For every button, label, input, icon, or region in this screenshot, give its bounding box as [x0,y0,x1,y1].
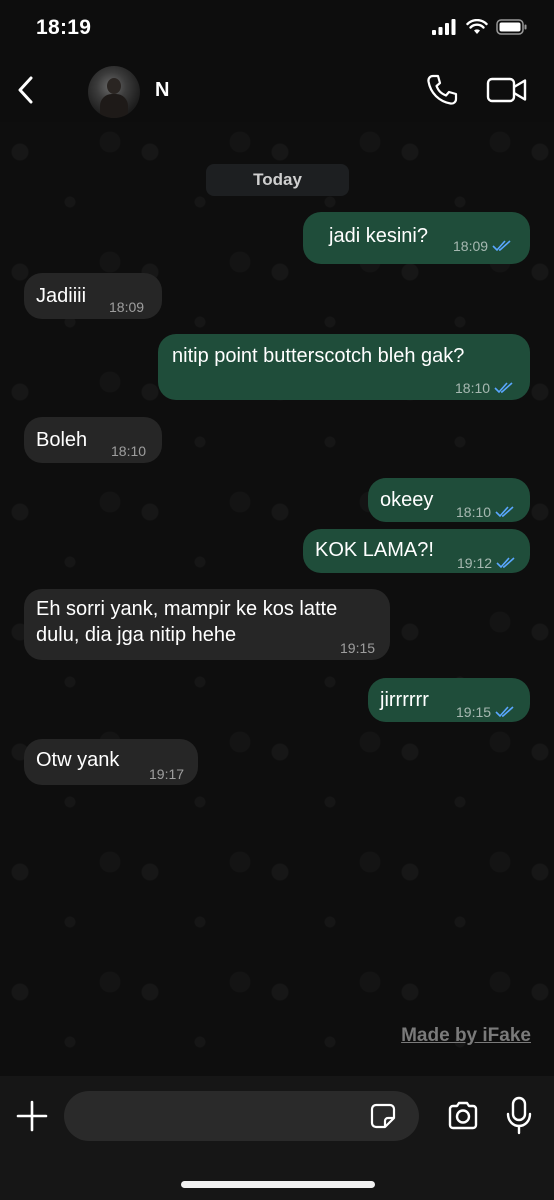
message-meta: 19:12 [457,550,516,576]
message-meta: 18:10 [111,438,146,464]
double-check-icon [495,706,514,718]
message-text: KOK LAMA?! [315,539,434,561]
message-text: Boleh [36,429,88,451]
chat-header: N [0,60,554,122]
message-meta: 18:09 [109,294,144,320]
message-text: Jadiiii [36,285,87,307]
contact-name[interactable]: N [155,79,169,102]
double-check-icon [494,382,513,394]
back-button[interactable] [10,70,40,110]
outgoing-message[interactable]: nitip point butterscotch bleh gak? 18:10 [158,334,530,400]
double-check-icon [495,506,514,518]
avatar-body [100,94,128,118]
battery-icon [496,19,527,35]
message-meta: 19:17 [149,761,184,787]
double-check-icon [496,557,515,569]
incoming-message[interactable]: Jadiiii 18:09 [24,273,162,319]
incoming-message[interactable]: Boleh 18:10 [24,417,162,463]
status-time: 18:19 [36,16,92,39]
microphone-icon [506,1096,532,1135]
status-bar: 18:19 [0,0,554,60]
chat-area[interactable]: Today jadi kesini? 18:09 Jadiiii 18:09 n… [0,122,554,1076]
message-meta: 19:15 [340,635,375,661]
double-check-icon [492,240,511,252]
chevron-left-icon [18,76,33,104]
message-text: jirrrrrr [380,689,429,711]
microphone-button[interactable] [505,1096,533,1136]
wifi-icon [466,19,488,34]
date-chip: Today [206,164,349,196]
message-meta: 18:10 [455,375,514,401]
input-bar [0,1076,554,1200]
watermark-link[interactable]: Made by iFake [401,1025,531,1047]
message-text: okeey [380,489,434,511]
sticker-icon [370,1103,396,1129]
message-text: Otw yank [36,749,120,771]
message-time: 19:15 [456,704,492,720]
call-button[interactable] [424,72,460,108]
message-meta: 18:10 [456,499,515,525]
status-icons [432,19,528,35]
attach-button[interactable] [14,1098,50,1134]
video-camera-icon [486,77,527,103]
message-time: 18:10 [456,504,492,520]
message-time: 18:09 [453,238,489,254]
outgoing-message[interactable]: okeey 18:10 [368,478,530,522]
message-time: 18:09 [109,299,145,315]
outgoing-message[interactable]: KOK LAMA?! 19:12 [303,529,530,573]
message-time: 19:17 [149,766,185,782]
outgoing-message[interactable]: jirrrrrr 19:15 [368,678,530,722]
home-indicator[interactable] [181,1181,375,1188]
incoming-message[interactable]: Eh sorri yank, mampir ke kos latte dulu,… [24,589,390,660]
message-time: 19:12 [457,555,493,571]
cellular-signal-icon [432,19,456,35]
camera-icon [448,1101,478,1130]
outgoing-message[interactable]: jadi kesini? 18:09 [303,212,530,264]
camera-button[interactable] [445,1098,481,1134]
plus-icon [16,1100,48,1132]
message-time: 19:15 [340,640,376,656]
message-text-line-2: dulu, dia jga nitip hehe [36,624,237,646]
sticker-button[interactable] [370,1103,396,1129]
message-time: 18:10 [455,380,491,396]
message-text-line-1: Eh sorri yank, mampir ke kos latte [36,598,338,620]
phone-icon [427,74,458,105]
message-input[interactable] [64,1091,419,1141]
message-text: jadi kesini? [329,225,428,247]
message-time: 18:10 [111,443,147,459]
avatar[interactable] [88,66,140,118]
message-meta: 19:15 [456,699,515,725]
incoming-message[interactable]: Otw yank 19:17 [24,739,198,785]
message-meta: 18:09 [453,233,512,259]
chat-screen: 18:19 N Today jadi kesini? 18:09 Jadiiii… [0,0,554,1200]
avatar-head [107,78,121,94]
video-call-button[interactable] [486,74,528,106]
message-text: nitip point butterscotch bleh gak? [172,345,465,367]
